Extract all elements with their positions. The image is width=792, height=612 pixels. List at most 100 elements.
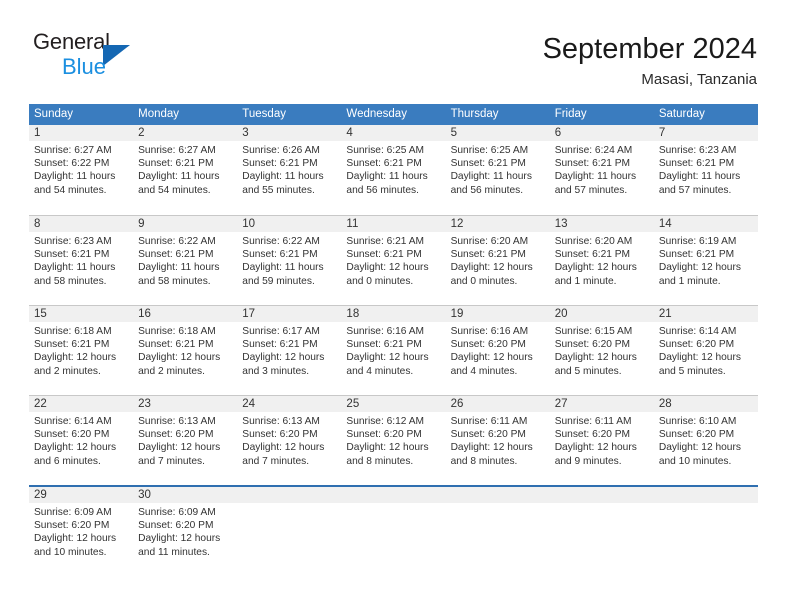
day-cell-2[interactable]: 2 Sunrise: 6:27 AM Sunset: 6:21 PM Daylight…: [133, 125, 238, 215]
sunset-time: Sunset: 6:20 PM: [346, 429, 422, 441]
daylight-duration-line2: and 5 minutes.: [554, 365, 622, 377]
sunrise-time: Sunrise: 6:14 AM: [658, 326, 737, 337]
sunset-time: Sunset: 6:20 PM: [450, 429, 526, 441]
daylight-duration-line1: Daylight: 12 hours: [450, 262, 533, 274]
day-cell-25[interactable]: 25 Sunrise: 6:12 AM Sunset: 6:20 PM Dayligh…: [341, 395, 446, 485]
day-number: 23: [133, 396, 238, 412]
sunset-time: Sunset: 6:21 PM: [34, 339, 110, 351]
day-details: Sunrise: 6:14 AM Sunset: 6:20 PM Daylight:…: [29, 412, 133, 468]
sunset-time: Sunset: 6:21 PM: [138, 158, 214, 170]
day-number: 13: [549, 216, 654, 232]
day-cell-10[interactable]: 10 Sunrise: 6:22 AM Sunset: 6:21 PM Dayligh…: [237, 215, 342, 305]
sunrise-time: Sunrise: 6:22 AM: [242, 236, 320, 247]
day-number: 14: [653, 216, 758, 232]
daylight-duration-line2: and 8 minutes.: [346, 455, 414, 467]
daylight-duration-line1: Daylight: 12 hours: [138, 533, 221, 545]
sunrise-time: Sunrise: 6:24 AM: [554, 145, 633, 156]
day-cell-20[interactable]: 20 Sunrise: 6:15 AM Sunset: 6:20 PM Dayligh…: [549, 305, 654, 395]
day-details: Sunrise: 6:25 AM Sunset: 6:21 PM Daylight:…: [446, 141, 550, 197]
day-cell-12[interactable]: 12 Sunrise: 6:20 AM Sunset: 6:21 PM Dayligh…: [445, 215, 550, 305]
day-cell-23[interactable]: 23 Sunrise: 6:13 AM Sunset: 6:20 PM Dayligh…: [133, 395, 238, 485]
sunrise-time: Sunrise: 6:12 AM: [346, 416, 425, 427]
calendar-day-cell: 21 Sunrise: 6:14 AM Sunset: 6:20 PM Dayligh…: [653, 305, 758, 395]
day-number: 17: [237, 306, 342, 322]
calendar-day-cell: 10 Sunrise: 6:22 AM Sunset: 6:21 PM Dayligh…: [237, 215, 342, 305]
day-cell-18[interactable]: 18 Sunrise: 6:16 AM Sunset: 6:21 PM Dayligh…: [341, 305, 446, 395]
sunrise-time: Sunrise: 6:10 AM: [658, 416, 737, 427]
daylight-duration-line2: and 0 minutes.: [346, 275, 414, 287]
weekday-header-thursday: Thursday: [445, 104, 550, 125]
day-details: Sunrise: 6:16 AM Sunset: 6:20 PM Daylight:…: [446, 322, 550, 378]
generalblue-logo[interactable]: General Blue: [33, 29, 173, 81]
day-number: 30: [133, 487, 238, 503]
day-cell-9[interactable]: 9 Sunrise: 6:22 AM Sunset: 6:21 PM Daylight…: [133, 215, 238, 305]
calendar-day-cell: 26 Sunrise: 6:11 AM Sunset: 6:20 PM Dayligh…: [445, 395, 550, 486]
day-cell-15[interactable]: 15 Sunrise: 6:18 AM Sunset: 6:21 PM Dayligh…: [29, 305, 134, 395]
calendar-day-cell: 17 Sunrise: 6:17 AM Sunset: 6:21 PM Dayligh…: [237, 305, 342, 395]
calendar-day-cell: 8 Sunrise: 6:23 AM Sunset: 6:21 PM Daylight…: [29, 215, 134, 305]
day-details: Sunrise: 6:22 AM Sunset: 6:21 PM Daylight:…: [133, 232, 237, 288]
day-cell-8[interactable]: 8 Sunrise: 6:23 AM Sunset: 6:21 PM Daylight…: [29, 215, 134, 305]
weekday-header-saturday: Saturday: [653, 104, 758, 125]
day-details: Sunrise: 6:25 AM Sunset: 6:21 PM Daylight:…: [341, 141, 445, 197]
day-cell-4[interactable]: 4 Sunrise: 6:25 AM Sunset: 6:21 PM Daylight…: [341, 125, 446, 215]
daylight-duration-line2: and 6 minutes.: [34, 455, 101, 467]
day-cell-19[interactable]: 19 Sunrise: 6:16 AM Sunset: 6:20 PM Dayligh…: [445, 305, 550, 395]
day-cell-3[interactable]: 3 Sunrise: 6:26 AM Sunset: 6:21 PM Daylight…: [237, 125, 342, 215]
logo-triangle-icon: [103, 45, 130, 66]
sunrise-time: Sunrise: 6:09 AM: [34, 507, 112, 518]
sunset-time: Sunset: 6:21 PM: [658, 249, 735, 261]
daylight-duration-line1: Daylight: 12 hours: [450, 442, 533, 454]
day-cell-24[interactable]: 24 Sunrise: 6:13 AM Sunset: 6:20 PM Dayligh…: [237, 395, 342, 485]
day-cell-22[interactable]: 22 Sunrise: 6:14 AM Sunset: 6:20 PM Dayligh…: [29, 395, 134, 485]
day-cell-26[interactable]: 26 Sunrise: 6:11 AM Sunset: 6:20 PM Dayligh…: [445, 395, 550, 485]
day-cell-16[interactable]: 16 Sunrise: 6:18 AM Sunset: 6:21 PM Dayligh…: [133, 305, 238, 395]
day-number: 21: [653, 306, 758, 322]
day-cell-14[interactable]: 14 Sunrise: 6:19 AM Sunset: 6:21 PM Dayligh…: [653, 215, 758, 305]
day-number: [341, 487, 446, 503]
day-cell-13[interactable]: 13 Sunrise: 6:20 AM Sunset: 6:21 PM Dayligh…: [549, 215, 654, 305]
calendar-day-cell: [549, 485, 654, 577]
sunrise-time: Sunrise: 6:13 AM: [138, 416, 216, 427]
weekday-header-friday: Friday: [549, 104, 654, 125]
day-number: 16: [133, 306, 238, 322]
daylight-duration-line1: Daylight: 11 hours: [346, 171, 428, 183]
day-number: 11: [341, 216, 446, 232]
daylight-duration-line2: and 10 minutes.: [34, 546, 107, 558]
day-cell-30[interactable]: 30 Sunrise: 6:09 AM Sunset: 6:20 PM Dayligh…: [133, 487, 238, 577]
sunset-time: Sunset: 6:20 PM: [658, 339, 735, 351]
day-cell-11[interactable]: 11 Sunrise: 6:21 AM Sunset: 6:21 PM Dayligh…: [341, 215, 446, 305]
daylight-duration-line1: Daylight: 12 hours: [658, 262, 741, 274]
calendar-header-row: Sunday Monday Tuesday Wednesday Thursday Frid…: [29, 104, 758, 125]
day-number: 20: [549, 306, 654, 322]
day-cell-7[interactable]: 7 Sunrise: 6:23 AM Sunset: 6:21 PM Daylight…: [653, 125, 758, 215]
day-details: Sunrise: 6:24 AM Sunset: 6:21 PM Daylight:…: [550, 141, 654, 197]
sunset-time: Sunset: 6:21 PM: [346, 339, 422, 351]
day-number: [445, 487, 550, 503]
sunset-time: Sunset: 6:20 PM: [554, 339, 631, 351]
sunset-time: Sunset: 6:20 PM: [34, 520, 110, 532]
day-cell-21[interactable]: 21 Sunrise: 6:14 AM Sunset: 6:20 PM Dayligh…: [653, 305, 758, 395]
day-cell-27[interactable]: 27 Sunrise: 6:11 AM Sunset: 6:20 PM Dayligh…: [549, 395, 654, 485]
daylight-duration-line2: and 55 minutes.: [242, 184, 315, 196]
calendar-day-cell: 14 Sunrise: 6:19 AM Sunset: 6:21 PM Dayligh…: [653, 215, 758, 305]
sunrise-time: Sunrise: 6:23 AM: [34, 236, 112, 247]
day-cell-6[interactable]: 6 Sunrise: 6:24 AM Sunset: 6:21 PM Daylight…: [549, 125, 654, 215]
day-cell-28[interactable]: 28 Sunrise: 6:10 AM Sunset: 6:20 PM Dayligh…: [653, 395, 758, 485]
day-cell-5[interactable]: 5 Sunrise: 6:25 AM Sunset: 6:21 PM Daylight…: [445, 125, 550, 215]
day-details: Sunrise: 6:21 AM Sunset: 6:21 PM Daylight:…: [341, 232, 445, 288]
calendar-day-cell: [653, 485, 758, 577]
day-cell-1[interactable]: 1 Sunrise: 6:27 AM Sunset: 6:22 PM Daylight…: [29, 125, 134, 215]
day-number: 27: [549, 396, 654, 412]
daylight-duration-line1: Daylight: 12 hours: [554, 262, 637, 274]
daylight-duration-line2: and 57 minutes.: [554, 184, 628, 196]
calendar-day-cell: 1 Sunrise: 6:27 AM Sunset: 6:22 PM Daylight…: [29, 125, 134, 215]
daylight-duration-line1: Daylight: 11 hours: [242, 171, 324, 183]
daylight-duration-line2: and 11 minutes.: [138, 546, 210, 558]
day-cell-17[interactable]: 17 Sunrise: 6:17 AM Sunset: 6:21 PM Dayligh…: [237, 305, 342, 395]
calendar-day-cell: 3 Sunrise: 6:26 AM Sunset: 6:21 PM Daylight…: [237, 125, 342, 215]
day-details: Sunrise: 6:09 AM Sunset: 6:20 PM Daylight:…: [29, 503, 133, 559]
daylight-duration-line2: and 0 minutes.: [450, 275, 518, 287]
day-cell-29[interactable]: 29 Sunrise: 6:09 AM Sunset: 6:20 PM Dayligh…: [29, 487, 134, 577]
daylight-duration-line1: Daylight: 12 hours: [554, 352, 637, 364]
